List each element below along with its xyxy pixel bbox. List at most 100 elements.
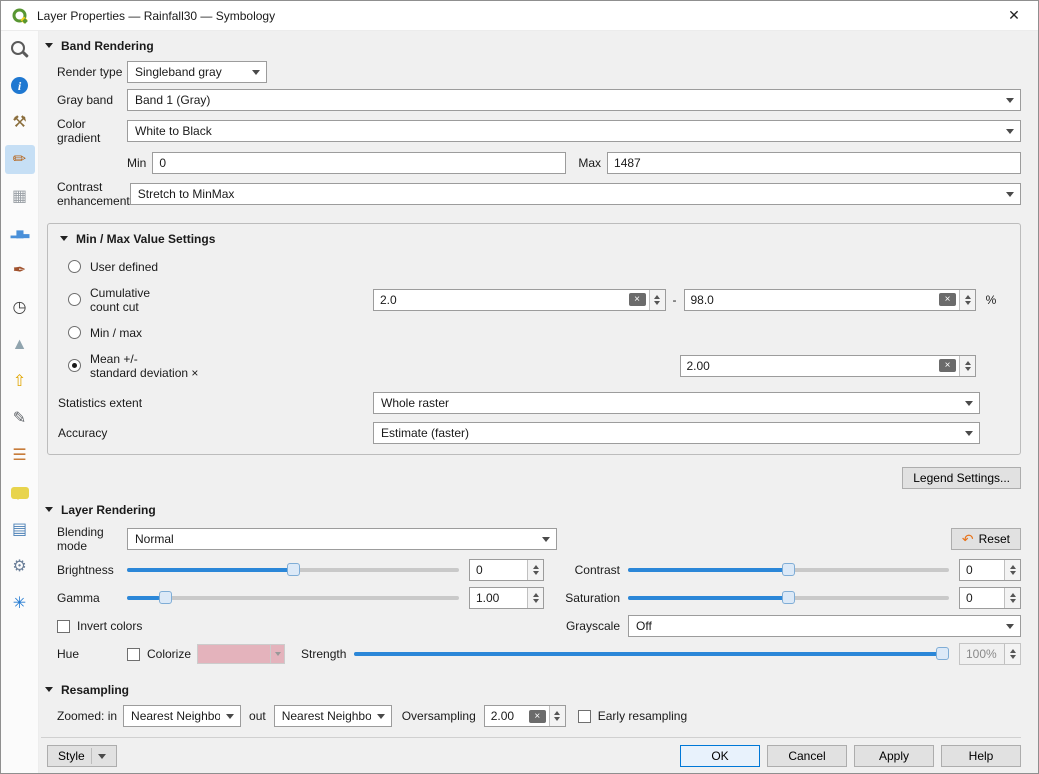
grayscale-select[interactable]: Off (628, 615, 1021, 637)
cumulative-high-spinbox[interactable]: 98.0 × (684, 289, 977, 311)
spin-down-icon[interactable] (965, 301, 971, 308)
contrast-spinbox[interactable]: 0 (959, 559, 1021, 581)
gray-band-select[interactable]: Band 1 (Gray) (127, 89, 1021, 111)
spinner-buttons[interactable] (1004, 588, 1020, 608)
clear-icon[interactable]: × (939, 293, 956, 306)
accuracy-select[interactable]: Estimate (faster) (373, 422, 980, 444)
clear-icon[interactable]: × (529, 710, 546, 723)
help-button[interactable]: Help (941, 745, 1021, 767)
slider-handle[interactable] (287, 563, 300, 576)
min-max-option[interactable]: Min / max (68, 326, 373, 340)
spin-down-icon[interactable] (1010, 571, 1016, 578)
sidebar-item-symbology[interactable]: ✏ (5, 145, 35, 174)
min-max-radio[interactable] (68, 326, 81, 339)
clear-icon[interactable]: × (939, 359, 956, 372)
spinner-buttons[interactable] (527, 588, 543, 608)
max-input[interactable]: 1487 (607, 152, 1021, 174)
saturation-spinbox[interactable]: 0 (959, 587, 1021, 609)
user-defined-option[interactable]: User defined (68, 260, 373, 274)
spin-down-icon[interactable] (554, 717, 560, 724)
oversampling-spinbox[interactable]: 2.00 × (484, 705, 566, 727)
spinner-buttons[interactable] (549, 706, 565, 726)
contrast-slider[interactable] (628, 560, 949, 580)
mean-stddev-spinbox[interactable]: 2.00 × (680, 355, 977, 377)
sidebar-item-display[interactable] (5, 478, 35, 507)
spinner-buttons[interactable] (959, 290, 975, 310)
sidebar-item-information[interactable]: i (5, 71, 35, 100)
layer-rendering-header[interactable]: Layer Rendering (45, 503, 1021, 517)
contrast-enhancement-select[interactable]: Stretch to MinMax (130, 183, 1021, 205)
mean-stddev-option[interactable]: Mean +/- standard deviation × (68, 352, 373, 380)
sidebar-item-temporal[interactable]: ◷ (5, 293, 35, 322)
search-icon[interactable] (7, 37, 33, 63)
brightness-slider[interactable] (127, 560, 459, 580)
slider-handle[interactable] (782, 563, 795, 576)
slider-handle[interactable] (159, 591, 172, 604)
sidebar-item-digitizing[interactable]: ⚙ (5, 552, 35, 581)
spinner-buttons[interactable] (527, 560, 543, 580)
invert-colors-option[interactable]: Invert colors (57, 619, 142, 633)
sidebar-item-metadata[interactable]: ✎ (5, 404, 35, 433)
spinner-buttons[interactable] (649, 290, 665, 310)
band-rendering-header[interactable]: Band Rendering (45, 39, 1021, 53)
colorize-color-button[interactable] (197, 644, 285, 664)
spin-up-icon[interactable] (1010, 562, 1016, 569)
early-resampling-option[interactable]: Early resampling (578, 709, 687, 723)
cumulative-low-spinbox[interactable]: 2.0 × (373, 289, 666, 311)
sidebar-item-source[interactable]: ⚒ (5, 108, 35, 137)
apply-button[interactable]: Apply (854, 745, 934, 767)
cumulative-radio[interactable] (68, 293, 81, 306)
min-input[interactable]: 0 (152, 152, 566, 174)
spin-down-icon[interactable] (533, 571, 539, 578)
sidebar-item-histogram[interactable]: ▂▆▃ (5, 219, 35, 248)
cumulative-count-cut-option[interactable]: Cumulative count cut (68, 286, 373, 314)
legend-settings-button[interactable]: Legend Settings... (902, 467, 1021, 489)
zoomed-in-select[interactable]: Nearest Neighbour (123, 705, 241, 727)
sidebar-item-plugins[interactable]: ✳ (5, 589, 35, 618)
spinner-buttons[interactable] (1004, 560, 1020, 580)
zoomed-out-select[interactable]: Nearest Neighbour (274, 705, 392, 727)
color-dropdown-arrow[interactable] (270, 645, 284, 663)
gamma-slider[interactable] (127, 588, 459, 608)
clear-icon[interactable]: × (629, 293, 646, 306)
style-menu-button[interactable]: Style (47, 745, 117, 767)
slider-handle[interactable] (782, 591, 795, 604)
spin-down-icon[interactable] (654, 301, 660, 308)
strength-spinbox[interactable]: 100% (959, 643, 1021, 665)
gamma-spinbox[interactable]: 1.00 (469, 587, 544, 609)
sidebar-item-rendering[interactable]: ✒ (5, 256, 35, 285)
spin-down-icon[interactable] (965, 367, 971, 374)
reset-button[interactable]: ↶ Reset (951, 528, 1021, 550)
spin-up-icon[interactable] (965, 358, 971, 365)
colorize-option[interactable]: Colorize (127, 647, 191, 661)
mean-stddev-radio[interactable] (68, 359, 81, 372)
spin-up-icon[interactable] (533, 590, 539, 597)
render-type-select[interactable]: Singleband gray (127, 61, 267, 83)
spin-up-icon[interactable] (533, 562, 539, 569)
minmax-settings-header[interactable]: Min / Max Value Settings (60, 232, 1006, 246)
spin-down-icon[interactable] (533, 599, 539, 606)
close-icon[interactable]: ✕ (1000, 7, 1028, 24)
spin-up-icon[interactable] (654, 292, 660, 299)
ok-button[interactable]: OK (680, 745, 760, 767)
saturation-slider[interactable] (628, 588, 949, 608)
color-gradient-select[interactable]: White to Black (127, 120, 1021, 142)
cancel-button[interactable]: Cancel (767, 745, 847, 767)
sidebar-item-legend[interactable]: ☰ (5, 441, 35, 470)
brightness-spinbox[interactable]: 0 (469, 559, 544, 581)
early-resampling-checkbox[interactable] (578, 710, 591, 723)
spinner-buttons[interactable] (959, 356, 975, 376)
resampling-header[interactable]: Resampling (45, 683, 1021, 697)
sidebar-item-transparency[interactable]: ▦ (5, 182, 35, 211)
spin-up-icon[interactable] (965, 292, 971, 299)
sidebar-item-server[interactable]: ▤ (5, 515, 35, 544)
colorize-checkbox[interactable] (127, 648, 140, 661)
spin-up-icon[interactable] (1010, 646, 1016, 653)
slider-handle[interactable] (936, 647, 949, 660)
spin-down-icon[interactable] (1010, 655, 1016, 662)
spin-up-icon[interactable] (554, 708, 560, 715)
sidebar-item-elevation[interactable]: ⇧ (5, 367, 35, 396)
spinner-buttons[interactable] (1004, 644, 1020, 664)
spin-up-icon[interactable] (1010, 590, 1016, 597)
blending-mode-select[interactable]: Normal (127, 528, 557, 550)
